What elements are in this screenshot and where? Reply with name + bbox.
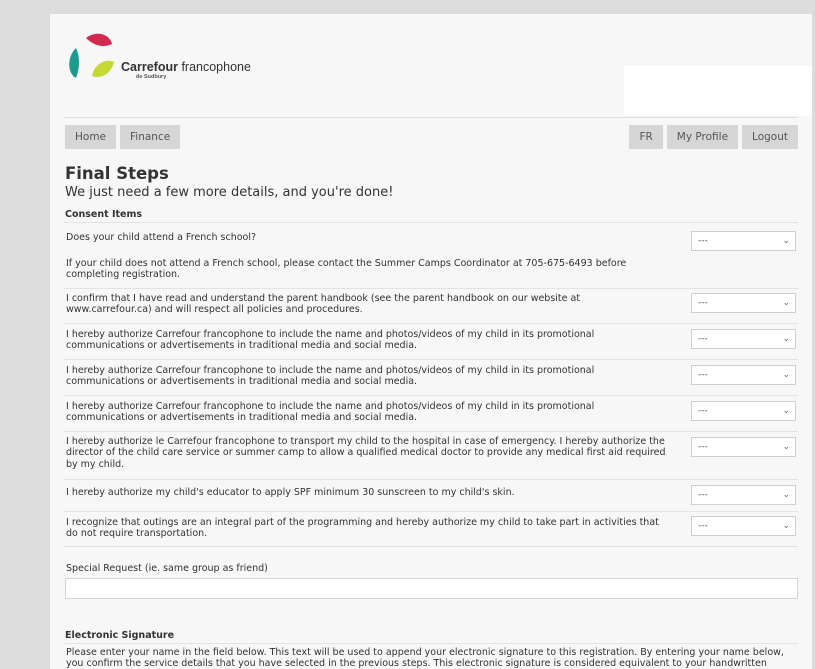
item-divider xyxy=(64,546,798,547)
page-title: Final Steps xyxy=(65,164,169,183)
chevron-down-icon: ⌄ xyxy=(782,370,790,380)
select-value: --- xyxy=(698,334,708,344)
select-value: --- xyxy=(698,521,708,531)
select-value: --- xyxy=(698,298,708,308)
consent-divider xyxy=(64,222,798,223)
consent-select-media-1[interactable]: --- ⌄ xyxy=(691,329,796,349)
esig-divider xyxy=(64,643,798,644)
consent-select-emergency[interactable]: --- ⌄ xyxy=(691,437,796,457)
item-divider xyxy=(64,323,798,324)
chevron-down-icon: ⌄ xyxy=(782,521,790,531)
brand-subtitle: de Sudbury xyxy=(136,74,167,80)
select-value: --- xyxy=(698,442,708,452)
item-divider xyxy=(64,359,798,360)
consent-heading: Consent Items xyxy=(65,209,143,220)
language-toggle-button[interactable]: FR xyxy=(629,125,663,149)
logout-button[interactable]: Logout xyxy=(742,125,798,149)
select-value: --- xyxy=(698,490,708,500)
consent-select-outings[interactable]: --- ⌄ xyxy=(691,516,796,536)
chevron-down-icon: ⌄ xyxy=(782,236,790,246)
consent-question-media-1: I hereby authorize Carrefour francophone… xyxy=(66,329,595,352)
consent-select-media-3[interactable]: --- ⌄ xyxy=(691,401,796,421)
brand-name-rest: francophone xyxy=(177,60,251,74)
header: Carrefour francophone de Sudbury xyxy=(50,14,812,118)
special-request-input[interactable] xyxy=(65,578,798,599)
my-profile-button[interactable]: My Profile xyxy=(666,125,739,149)
page-container: Carrefour francophone de Sudbury Home Fi… xyxy=(50,14,812,669)
esig-description: Please enter your name in the field belo… xyxy=(66,647,784,669)
special-request-label: Special Request (ie. same group as frien… xyxy=(66,563,268,574)
item-divider xyxy=(64,431,798,432)
consent-question-media-3: I hereby authorize Carrefour francophone… xyxy=(66,401,595,424)
item-divider xyxy=(64,395,798,396)
consent-question-outings: I recognize that outings are an integral… xyxy=(66,517,659,540)
consent-question-sunscreen: I hereby authorize my child's educator t… xyxy=(66,487,515,498)
consent-question-handbook: I confirm that I have read and understan… xyxy=(66,293,581,316)
select-value: --- xyxy=(698,370,708,380)
header-divider xyxy=(64,117,798,118)
page-subtitle: We just need a few more details, and you… xyxy=(65,185,394,200)
brand-name: Carrefour francophone xyxy=(121,60,251,74)
chevron-down-icon: ⌄ xyxy=(782,298,790,308)
select-value: --- xyxy=(698,406,708,416)
item-divider xyxy=(64,479,798,480)
consent-select-media-2[interactable]: --- ⌄ xyxy=(691,365,796,385)
header-white-panel xyxy=(624,66,812,116)
item-divider xyxy=(64,288,798,289)
nav-finance-button[interactable]: Finance xyxy=(120,125,181,149)
select-value: --- xyxy=(698,236,708,246)
consent-question-french-school: Does your child attend a French school? xyxy=(66,232,257,243)
chevron-down-icon: ⌄ xyxy=(782,406,790,416)
consent-select-handbook[interactable]: --- ⌄ xyxy=(691,293,796,313)
chevron-down-icon: ⌄ xyxy=(782,442,790,452)
item-divider xyxy=(64,511,798,512)
nav-home-button[interactable]: Home xyxy=(65,125,117,149)
nav-left: Home Finance xyxy=(65,125,181,149)
consent-select-french-school[interactable]: --- ⌄ xyxy=(691,231,796,251)
brand: Carrefour francophone de Sudbury xyxy=(121,60,251,80)
consent-select-sunscreen[interactable]: --- ⌄ xyxy=(691,485,796,505)
esig-heading: Electronic Signature xyxy=(65,630,175,641)
consent-info-french-school: If your child does not attend a French s… xyxy=(66,258,627,281)
nav-right: FR My Profile Logout xyxy=(629,125,798,149)
brand-name-bold: Carrefour xyxy=(121,60,178,74)
consent-question-emergency: I hereby authorize le Carrefour francoph… xyxy=(66,436,666,470)
top-strip xyxy=(0,0,815,14)
carrefour-logo-icon xyxy=(69,33,114,78)
consent-question-media-2: I hereby authorize Carrefour francophone… xyxy=(66,365,595,388)
chevron-down-icon: ⌄ xyxy=(782,334,790,344)
chevron-down-icon: ⌄ xyxy=(782,490,790,500)
